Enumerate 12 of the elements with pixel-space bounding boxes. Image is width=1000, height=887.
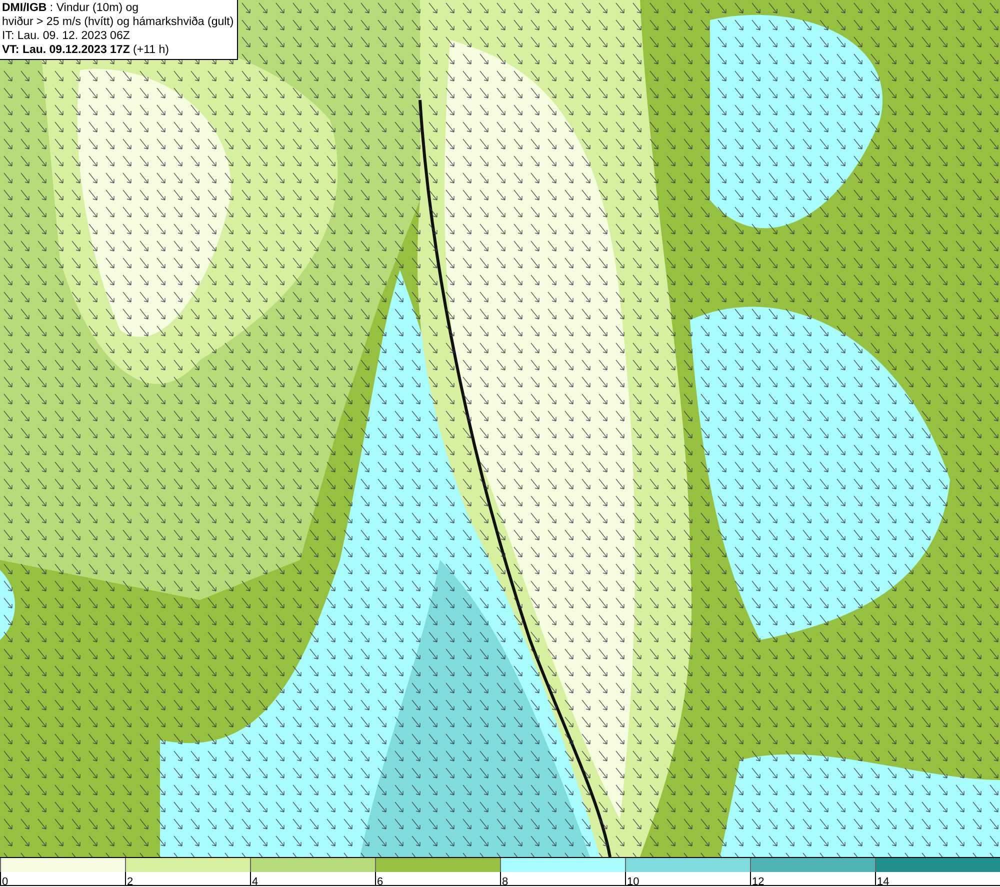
scale-label: 10 [626, 876, 640, 887]
info-text: hviður > 25 m/s (hvítt) og hámarkshviða (gult) [2, 15, 234, 29]
info-text: VT: Lau. 09.12.2023 17Z (+11 h) [2, 43, 170, 57]
scale-label: 8 [501, 876, 508, 887]
info-text: IT: Lau. 09. 12. 2023 06Z [2, 29, 131, 43]
scale-label: 0 [1, 876, 8, 887]
scale-label: 12 [751, 876, 764, 887]
scale-label: 2 [126, 876, 134, 887]
scale-label: 4 [251, 876, 258, 887]
scale-label: 14 [876, 876, 890, 887]
info-text: DMI/IGB : Vindur (10m) og [2, 1, 140, 15]
scale-label: 6 [376, 876, 384, 887]
